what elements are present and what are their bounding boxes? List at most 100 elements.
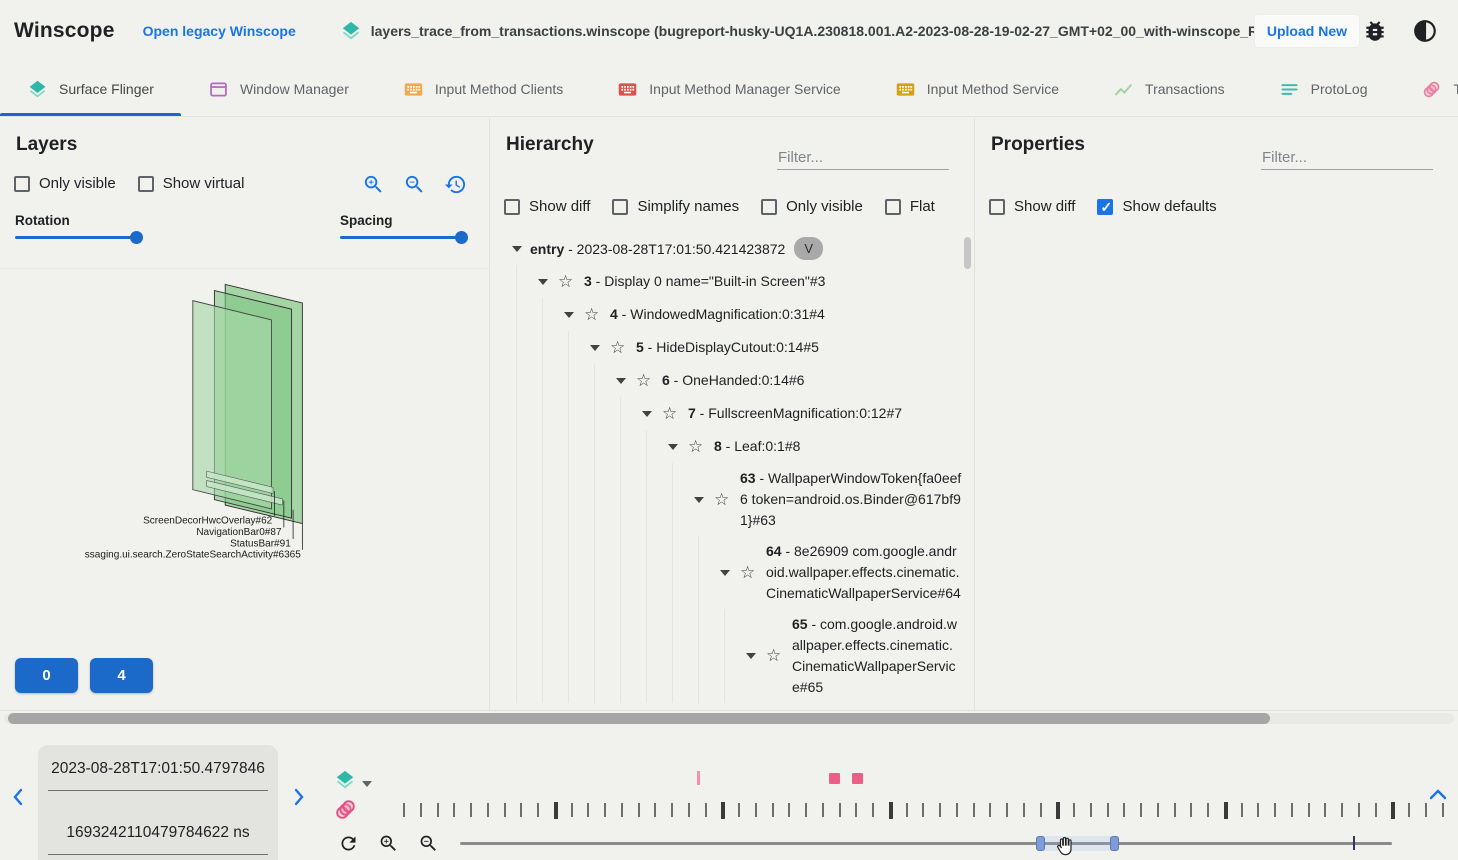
checkbox-box[interactable]	[989, 199, 1005, 215]
pin-star-icon[interactable]: ☆	[556, 272, 584, 292]
indent-guide	[646, 536, 647, 609]
display-button-0[interactable]: 0	[15, 658, 78, 693]
tab-label: Transactions	[1145, 81, 1225, 97]
checkbox-box[interactable]	[14, 176, 30, 192]
timeline-zoom-in-icon[interactable]	[378, 833, 399, 854]
tree-node-5[interactable]: ☆5 - HideDisplayCutout:0:14#5	[490, 331, 968, 364]
open-legacy-link[interactable]: Open legacy Winscope	[143, 23, 296, 39]
tab-transitions[interactable]: Transitions	[1394, 62, 1458, 116]
transition-event-marker[interactable]	[697, 771, 700, 785]
display-selector: 0 4	[15, 658, 153, 693]
properties-filter-input[interactable]	[1261, 146, 1433, 170]
pin-star-icon[interactable]: ☆	[712, 490, 740, 510]
hierarchy-filter-input[interactable]	[777, 146, 949, 170]
range-handle-left[interactable]	[1036, 836, 1045, 851]
timeline-zoom-out-icon[interactable]	[418, 833, 439, 854]
range-handle-right[interactable]	[1110, 836, 1119, 851]
spacing-slider[interactable]	[340, 236, 462, 239]
checkbox-box[interactable]	[504, 199, 520, 215]
dark-mode-toggle-icon[interactable]	[1412, 18, 1438, 44]
indent-guide	[542, 536, 543, 609]
checkbox-show-diff[interactable]: Show diff	[989, 198, 1075, 215]
refresh-icon[interactable]	[338, 833, 359, 854]
tab-surface-flinger[interactable]: Surface Flinger	[0, 62, 181, 116]
tab-input-method-clients[interactable]: Input Method Clients	[376, 62, 590, 116]
pin-star-icon[interactable]: ☆	[686, 437, 714, 457]
tab-window-manager[interactable]: Window Manager	[181, 62, 376, 116]
transitions-trace-icon[interactable]	[333, 797, 358, 822]
horizontal-scrollbar-thumb[interactable]	[8, 713, 1270, 724]
current-time-field[interactable]: 2023-08-28T17:01:50.4797846	[48, 747, 268, 791]
timeline-range-line[interactable]	[460, 842, 1392, 845]
pin-star-icon[interactable]: ☆	[634, 371, 662, 391]
trace-selector-caret-icon[interactable]	[362, 781, 372, 787]
collapse-caret-icon[interactable]	[530, 279, 556, 285]
timeline-tick	[906, 803, 908, 817]
reset-view-icon[interactable]	[444, 173, 467, 196]
tree-node-4[interactable]: ☆4 - WindowedMagnification:0:31#4	[490, 298, 968, 331]
pin-star-icon[interactable]: ☆	[738, 563, 766, 583]
current-time-ns-field[interactable]: 1693242110479784622 ns	[48, 811, 268, 855]
zoom-out-icon[interactable]	[403, 173, 426, 196]
collapse-caret-icon[interactable]	[660, 444, 686, 450]
tab-protolog[interactable]: ProtoLog	[1252, 62, 1395, 116]
bug-report-icon[interactable]	[1362, 18, 1388, 44]
pin-star-icon[interactable]: ☆	[608, 338, 636, 358]
zoom-in-icon[interactable]	[362, 173, 385, 196]
tree-node-64[interactable]: ☆64 - 8e26909 com.google.android.wallpap…	[490, 536, 968, 609]
collapse-caret-icon[interactable]	[504, 246, 530, 252]
collapse-caret-icon[interactable]	[712, 570, 738, 576]
checkbox-only-visible[interactable]: Only visible	[14, 175, 116, 192]
checkbox-only-visible[interactable]: Only visible	[761, 198, 863, 215]
upload-new-button[interactable]: Upload New	[1254, 14, 1360, 48]
tree-node-63[interactable]: ☆63 - WallpaperWindowToken{fa0eef6 token…	[490, 463, 968, 536]
tree-node-entry[interactable]: entry - 2023-08-28T17:01:50.421423872V	[490, 232, 968, 265]
timeline-tick	[822, 803, 824, 817]
collapse-caret-icon[interactable]	[686, 497, 712, 503]
horizontal-scrollbar-track[interactable]	[4, 713, 1454, 724]
rotation-slider[interactable]	[15, 236, 137, 239]
surface-flinger-trace-icon[interactable]	[334, 769, 356, 791]
checkbox-box[interactable]	[885, 199, 901, 215]
checkbox-show-virtual[interactable]: Show virtual	[138, 175, 245, 192]
tree-node-7[interactable]: ☆7 - FullscreenMagnification:0:12#7	[490, 397, 968, 430]
collapse-caret-icon[interactable]	[556, 312, 582, 318]
checkbox-flat[interactable]: Flat	[885, 198, 935, 215]
pin-star-icon[interactable]: ☆	[582, 305, 610, 325]
collapse-caret-icon[interactable]	[582, 345, 608, 351]
collapse-caret-icon[interactable]	[608, 378, 634, 384]
indent-guide	[542, 609, 543, 703]
collapse-caret-icon[interactable]	[634, 411, 660, 417]
tab-input-method-manager-service[interactable]: Input Method Manager Service	[590, 62, 867, 116]
tab-input-method-service[interactable]: Input Method Service	[868, 62, 1086, 116]
checkbox-box[interactable]	[1097, 199, 1113, 215]
checkbox-simplify-names[interactable]: Simplify names	[612, 198, 739, 215]
tab-transactions[interactable]: Transactions	[1086, 62, 1252, 116]
hierarchy-scrollbar[interactable]	[964, 237, 971, 269]
tree-node-8[interactable]: ☆8 - Leaf:0:1#8	[490, 430, 968, 463]
rects-view[interactable]: ScreenDecorHwcOverlay#62 NavigationBar0#…	[0, 268, 489, 610]
timeline-tick	[1308, 803, 1310, 817]
tree-node-65[interactable]: ☆65 - com.google.android.wallpaper.effec…	[490, 609, 968, 703]
checkbox-box[interactable]	[761, 199, 777, 215]
checkbox-box[interactable]	[138, 176, 154, 192]
pin-star-icon[interactable]: ☆	[764, 646, 792, 666]
next-entry-button[interactable]	[291, 787, 307, 807]
pin-star-icon[interactable]: ☆	[660, 404, 688, 424]
collapse-caret-icon[interactable]	[738, 653, 764, 659]
transition-event-marker[interactable]	[829, 773, 840, 784]
collapse-timeline-button[interactable]	[1428, 787, 1448, 801]
display-button-4[interactable]: 4	[90, 658, 153, 693]
indent-guide	[516, 463, 517, 536]
tree-node-3[interactable]: ☆3 - Display 0 name="Built-in Screen"#3	[490, 265, 968, 298]
checkbox-show-defaults[interactable]: Show defaults	[1097, 198, 1216, 215]
rotation-slider-thumb[interactable]	[130, 231, 143, 244]
tree-node-6[interactable]: ☆6 - OneHanded:0:14#6	[490, 364, 968, 397]
timeline-selected-range[interactable]	[1040, 836, 1114, 851]
spacing-slider-thumb[interactable]	[455, 231, 468, 244]
timeline-tick	[604, 803, 606, 817]
transition-event-marker[interactable]	[852, 773, 863, 784]
checkbox-box[interactable]	[612, 199, 628, 215]
prev-entry-button[interactable]	[10, 787, 26, 807]
checkbox-show-diff[interactable]: Show diff	[504, 198, 590, 215]
